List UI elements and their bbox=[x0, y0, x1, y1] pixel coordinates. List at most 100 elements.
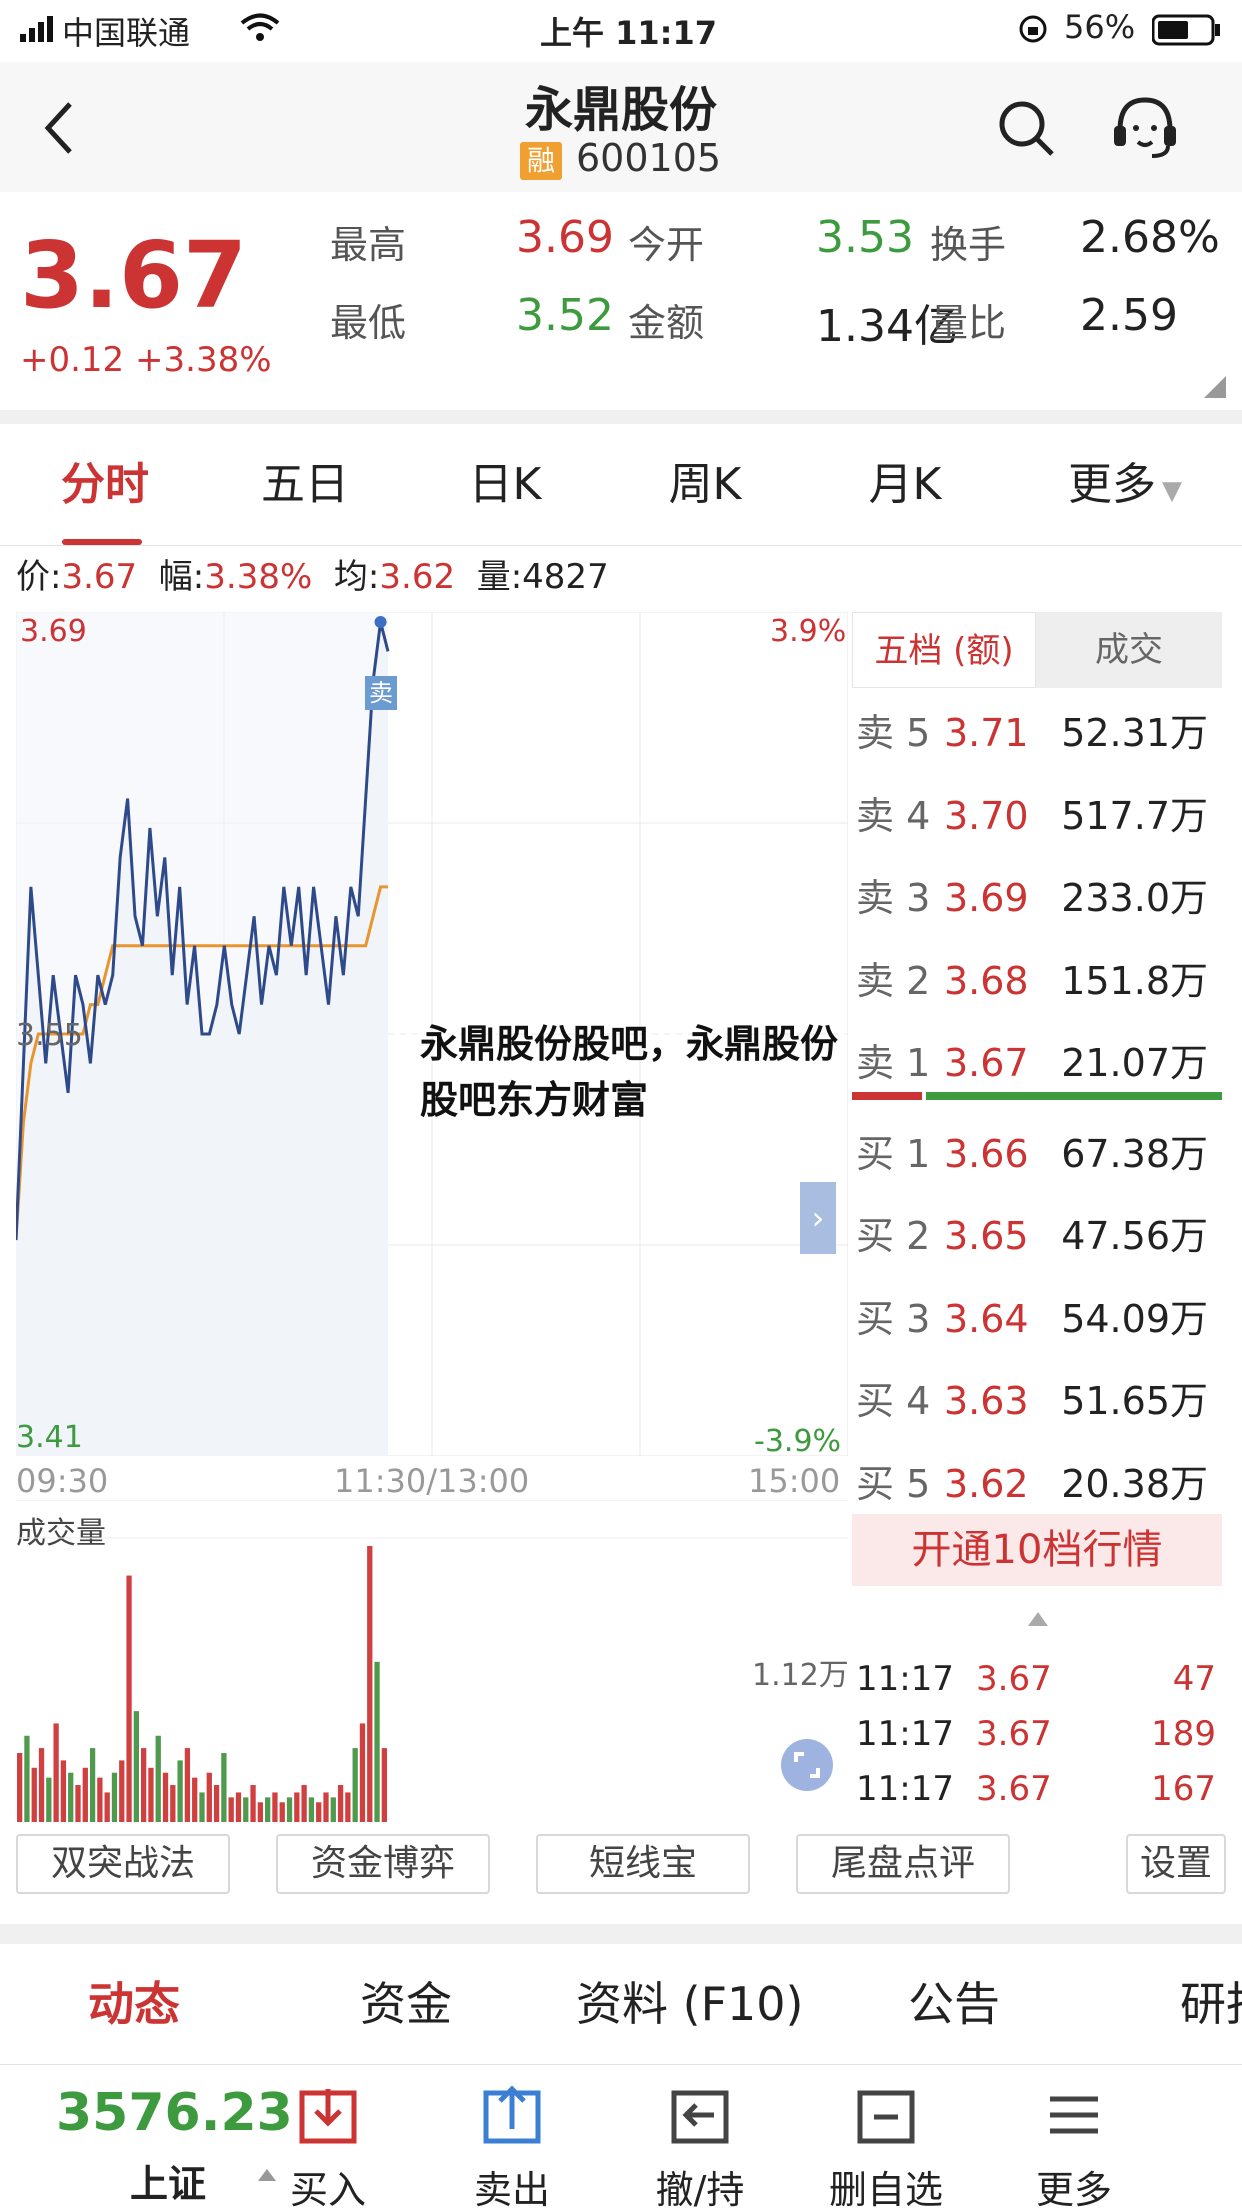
bid-row[interactable]: 买 5 3.62 20.38万 bbox=[852, 1443, 1222, 1525]
average-label: 均: bbox=[333, 557, 380, 597]
level-label: 卖 2 bbox=[856, 958, 931, 1003]
tab-trades[interactable]: 成交 bbox=[1036, 612, 1222, 688]
trade-tick-row: 11:17 3.67 189 bbox=[852, 1707, 1222, 1762]
tick-time: 11:17 bbox=[856, 1769, 954, 1809]
volume-bar bbox=[243, 1797, 249, 1822]
volume-label: 量: bbox=[476, 557, 523, 597]
volume-bar bbox=[272, 1792, 278, 1822]
quote-field-label: 金额 bbox=[628, 301, 705, 345]
upgrade-level10-button[interactable]: 开通10档行情 bbox=[852, 1514, 1222, 1586]
volume-bar bbox=[323, 1792, 329, 1822]
volume-bar bbox=[367, 1546, 373, 1822]
level-label: 买 1 bbox=[856, 1131, 931, 1176]
bid-divider bbox=[926, 1092, 1222, 1100]
tick-volume: 167 bbox=[1151, 1769, 1216, 1809]
quote-field-label: 最高 bbox=[330, 223, 407, 267]
battery-icon bbox=[1152, 14, 1220, 46]
bid-row[interactable]: 买 3 3.64 54.09万 bbox=[852, 1278, 1222, 1360]
bid-row[interactable]: 买 1 3.66 67.38万 bbox=[852, 1113, 1222, 1195]
battery-percent: 56% bbox=[1064, 8, 1136, 46]
chart-tabs: 分时 五日 日K 周K 月K 更多 ▼ bbox=[0, 424, 1242, 546]
tab-4[interactable]: 周K bbox=[630, 424, 780, 546]
volume-bar bbox=[257, 1802, 263, 1822]
volume-bar bbox=[17, 1753, 23, 1822]
upload-box-icon bbox=[483, 2085, 541, 2144]
bottom-nav-label: 卖出 bbox=[473, 2168, 550, 2208]
volume-bar bbox=[38, 1748, 45, 1822]
toolbar-button-2[interactable]: 资金博弈 bbox=[276, 1834, 490, 1894]
volume-bar bbox=[250, 1785, 256, 1822]
toolbar-button-3[interactable]: 短线宝 bbox=[536, 1834, 750, 1894]
info-tab-4[interactable]: 公告 bbox=[908, 1944, 1000, 2064]
volume-bar bbox=[316, 1802, 322, 1822]
tab-order-book[interactable]: 五档 (额) bbox=[852, 612, 1036, 688]
level-label: 卖 5 bbox=[856, 711, 931, 755]
bottom-nav-5[interactable]: 更多 bbox=[999, 2065, 1149, 2208]
search-icon[interactable] bbox=[996, 98, 1056, 158]
level-amount: 51.65万 bbox=[1061, 1379, 1208, 1423]
tick-volume: 47 bbox=[1172, 1659, 1216, 1699]
info-tab-2[interactable]: 资金 bbox=[360, 1944, 452, 2064]
bottom-nav-label: 更多 bbox=[1035, 2168, 1112, 2208]
tab-5[interactable]: 月K bbox=[830, 424, 980, 546]
ask-row[interactable]: 卖 5 3.71 52.31万 bbox=[852, 692, 1222, 774]
quote-field-label: 换手 bbox=[930, 223, 1007, 267]
info-tabs: 动态 资金 资料 (F10) 公告 研报 bbox=[0, 1944, 1242, 2064]
tab-2[interactable]: 五日 bbox=[230, 424, 380, 546]
volume-bar bbox=[133, 1711, 139, 1822]
info-tab-3[interactable]: 资料 (F10) bbox=[576, 1944, 804, 2064]
volume-bar bbox=[235, 1792, 242, 1822]
ask-row[interactable]: 卖 2 3.68 151.8万 bbox=[852, 940, 1222, 1022]
bid-row[interactable]: 买 2 3.65 47.56万 bbox=[852, 1195, 1222, 1277]
fullscreen-icon[interactable] bbox=[780, 1738, 834, 1792]
quote-field-value: 2.68% bbox=[1080, 212, 1220, 263]
volume-bar bbox=[148, 1767, 154, 1822]
bottom-nav-label: 撤/持 bbox=[655, 2168, 745, 2208]
tick-volume: 189 bbox=[1151, 1714, 1216, 1754]
info-tab-1[interactable]: 动态 bbox=[88, 1944, 180, 2064]
bottom-nav-2[interactable]: 卖出 bbox=[437, 2065, 587, 2208]
level-amount: 233.0万 bbox=[1061, 876, 1208, 920]
volume-bar bbox=[184, 1748, 191, 1822]
current-price: 3.67 bbox=[20, 222, 247, 329]
change-percent: +3.38% bbox=[135, 340, 272, 380]
level-label: 买 2 bbox=[856, 1214, 931, 1258]
volume-bar bbox=[155, 1735, 161, 1822]
undo-box-icon bbox=[671, 2090, 729, 2144]
toolbar-button-5[interactable]: 设置 bbox=[1126, 1834, 1226, 1894]
bottom-nav-4[interactable]: 删自选 bbox=[811, 2065, 961, 2208]
info-tab-5[interactable]: 研报 bbox=[1180, 1944, 1242, 2064]
bottom-nav-1[interactable]: 买入 bbox=[253, 2065, 403, 2208]
expand-panel-button[interactable]: › bbox=[800, 1182, 836, 1254]
volume-bar bbox=[162, 1772, 169, 1822]
tab-1[interactable]: 分时 bbox=[30, 424, 180, 546]
customer-service-icon[interactable] bbox=[1110, 92, 1180, 162]
y-axis-mid-label: 3.55 bbox=[16, 1018, 83, 1053]
ask-row[interactable]: 卖 3 3.69 233.0万 bbox=[852, 857, 1222, 939]
price-label: 价: bbox=[16, 557, 62, 597]
toolbar-button-4[interactable]: 尾盘点评 bbox=[796, 1834, 1010, 1894]
scroll-up-icon[interactable] bbox=[1028, 1612, 1048, 1626]
last-price-dot bbox=[374, 616, 387, 628]
average-value: 3.62 bbox=[379, 557, 456, 597]
quote-field-value: 3.53 bbox=[816, 212, 914, 263]
menu-list-icon bbox=[1050, 2096, 1098, 2134]
toolbar-button-1[interactable]: 双突战法 bbox=[16, 1834, 230, 1894]
quote-field-label: 量比 bbox=[930, 301, 1007, 345]
sell-marker[interactable]: 卖 bbox=[365, 676, 397, 710]
chart-info-line: 价:3.67 幅:3.38% 均:3.62 量:4827 bbox=[16, 552, 609, 602]
volume-bar bbox=[228, 1797, 234, 1822]
expand-corner-icon[interactable] bbox=[1204, 376, 1226, 398]
tick-price: 3.67 bbox=[976, 1659, 1052, 1699]
volume-bar bbox=[126, 1575, 132, 1822]
level-label: 卖 3 bbox=[856, 876, 931, 920]
tab-6[interactable]: 更多 ▼ bbox=[1040, 424, 1210, 546]
bid-row[interactable]: 买 4 3.63 51.65万 bbox=[852, 1360, 1222, 1442]
wifi-icon bbox=[240, 13, 280, 41]
index-name[interactable]: 上证 bbox=[130, 2153, 206, 2208]
ask-row[interactable]: 卖 4 3.70 517.7万 bbox=[852, 775, 1222, 857]
section-divider bbox=[0, 410, 1242, 424]
volume-bar bbox=[60, 1760, 67, 1822]
tab-3[interactable]: 日K bbox=[430, 424, 580, 546]
bottom-nav-3[interactable]: 撤/持 bbox=[625, 2065, 775, 2208]
